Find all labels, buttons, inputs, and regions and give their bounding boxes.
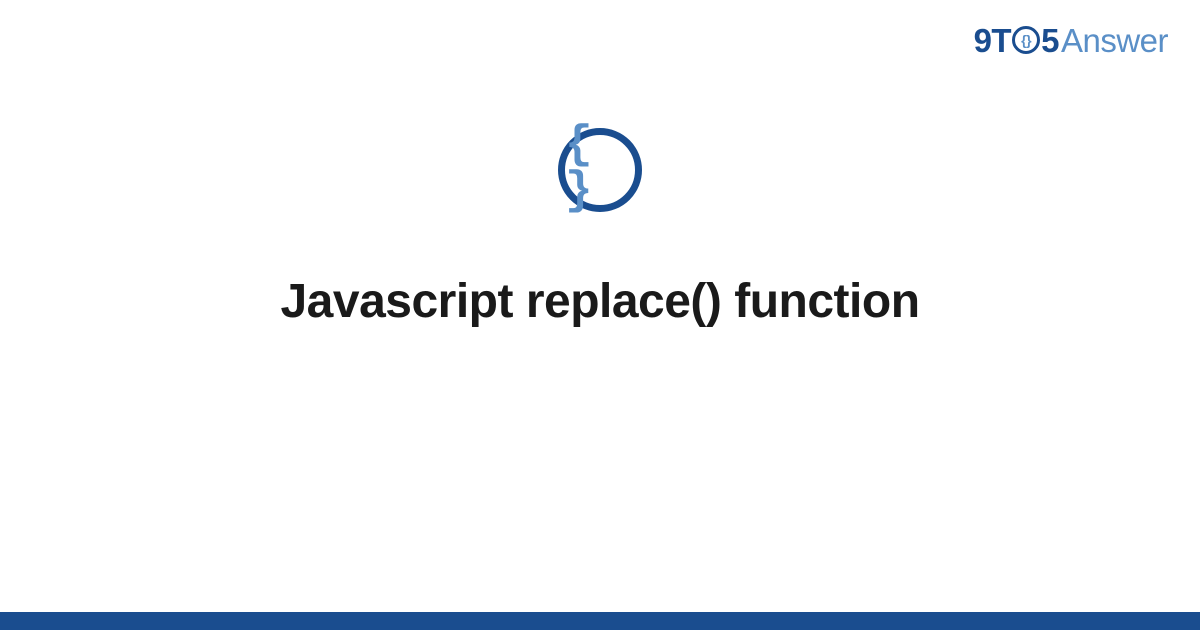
footer-bar xyxy=(0,612,1200,630)
code-braces-icon: { } xyxy=(565,122,635,214)
logo-o-badge: {} xyxy=(1012,26,1040,54)
logo-text-answer: Answer xyxy=(1061,22,1168,60)
page-title: Javascript replace() function xyxy=(280,274,919,329)
logo-text-5: 5 xyxy=(1041,22,1059,60)
topic-icon-circle: { } xyxy=(558,128,642,212)
main-content: { } Javascript replace() function xyxy=(0,128,1200,329)
site-logo: 9T {} 5 Answer xyxy=(974,22,1168,60)
logo-text-9t: 9T xyxy=(974,22,1012,60)
